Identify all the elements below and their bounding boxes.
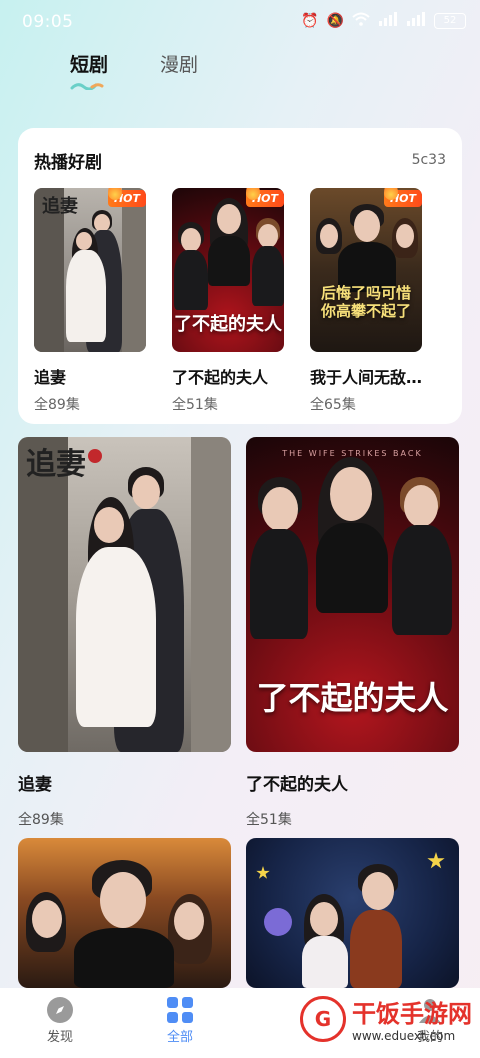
drama-name: 追妻	[18, 775, 52, 795]
watermark-logo-icon: G	[300, 995, 346, 1042]
status-time: 09:05	[22, 12, 74, 32]
tab-short-drama[interactable]: 短剧	[70, 50, 108, 77]
watermark-text: 干饭手游网	[352, 1000, 472, 1028]
drama-cover: 了不起的夫人 HOT	[172, 188, 284, 352]
drama-episodes: 全51集	[172, 397, 218, 413]
nav-all-label: 全部	[166, 1030, 193, 1045]
cover-title: 了不起的夫人	[174, 314, 282, 335]
mute-icon: 🔕	[326, 13, 344, 29]
hot-dramas-card: 热播好剧 5c33 追妻 HOT 追妻 全89集 了不起的夫人 HOT 了不起的…	[18, 128, 462, 424]
nav-discover[interactable]: 发现	[30, 996, 90, 1045]
drama-name: 了不起的夫人	[172, 368, 269, 387]
hot-item[interactable]: 追妻 HOT 追妻 全89集	[34, 188, 146, 414]
drama-episodes: 全65集	[310, 397, 356, 413]
drama-name: 追妻	[34, 368, 67, 387]
grid-icon	[166, 996, 194, 1024]
tab-comic-drama[interactable]: 漫剧	[160, 50, 198, 77]
status-icons: ⏰ 🔕 52	[301, 12, 466, 30]
cover-title: 了不起的夫人	[256, 679, 449, 717]
alarm-icon: ⏰	[301, 13, 319, 29]
drama-cover: 追妻	[18, 437, 231, 752]
drama-grid-item[interactable]	[18, 838, 231, 988]
drama-cover	[18, 838, 231, 988]
cover-title: 追妻	[42, 196, 78, 217]
hot-item[interactable]: 了不起的夫人 HOT 了不起的夫人 全51集	[172, 188, 284, 414]
drama-cover: 后悔了吗可惜你高攀不起了 HOT	[310, 188, 422, 352]
drama-name: 了不起的夫人	[246, 775, 348, 795]
compass-icon	[46, 996, 74, 1024]
hot-item[interactable]: 后悔了吗可惜你高攀不起了 HOT 我于人间无敌… 全65集	[310, 188, 422, 414]
battery-icon: 52	[434, 13, 466, 29]
drama-grid-item[interactable]: THE WIFE STRIKES BACK 了不起的夫人 了不起的夫人 全51集	[246, 437, 459, 829]
tab-underline-indicator	[70, 83, 104, 90]
drama-episodes: 全89集	[34, 397, 80, 413]
drama-cover: THE WIFE STRIKES BACK 了不起的夫人	[246, 437, 459, 752]
drama-episodes: 全89集	[18, 812, 64, 828]
watermark: G 干饭手游网 www.eduext.com	[300, 994, 472, 1043]
drama-episodes: 全51集	[246, 812, 292, 828]
signal-icon-2	[406, 12, 426, 30]
hot-section-code: 5c33	[411, 152, 446, 168]
drama-cover	[246, 838, 459, 988]
hot-section-title: 热播好剧	[34, 153, 102, 173]
drama-name: 我于人间无敌…	[310, 368, 422, 387]
watermark-url: www.eduext.com	[352, 1029, 456, 1043]
nav-all[interactable]: 全部	[150, 996, 210, 1045]
nav-discover-label: 发现	[46, 1030, 73, 1045]
drama-grid-item[interactable]	[246, 838, 459, 988]
signal-icon	[378, 12, 398, 30]
cover-title: 追妻	[26, 447, 86, 482]
cover-title: 后悔了吗可惜你高攀不起了	[320, 284, 411, 320]
drama-grid-item[interactable]: 追妻 追妻 全89集	[18, 437, 231, 829]
wifi-icon	[352, 12, 370, 30]
drama-cover: 追妻 HOT	[34, 188, 146, 352]
